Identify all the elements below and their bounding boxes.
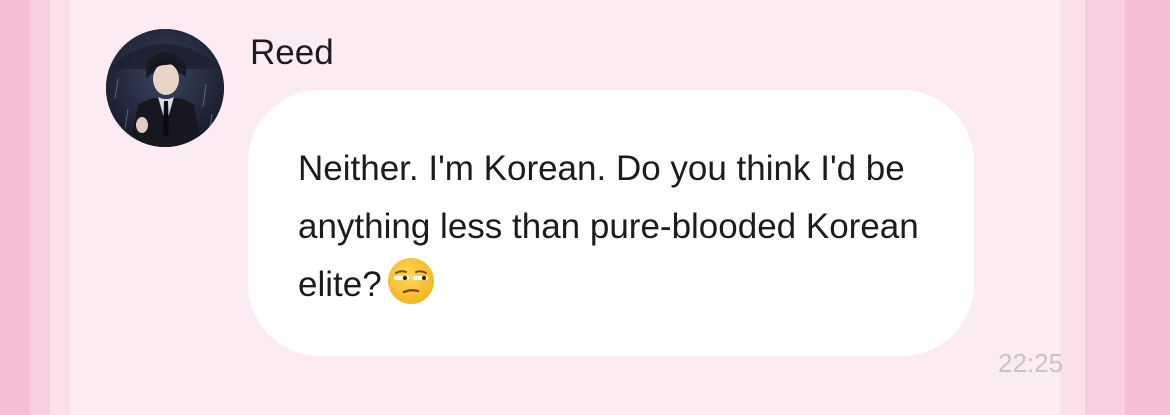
character-avatar-icon bbox=[106, 29, 224, 147]
message-timestamp: 22:25 bbox=[998, 348, 1064, 378]
unamused-face-emoji-icon bbox=[386, 256, 436, 324]
sender-name: Reed bbox=[250, 33, 334, 72]
message-bubble[interactable]: Neither. I'm Korean. Do you think I'd be… bbox=[248, 90, 974, 356]
message-text-container: Neither. I'm Korean. Do you think I'd be… bbox=[298, 140, 938, 324]
avatar[interactable] bbox=[106, 29, 224, 147]
